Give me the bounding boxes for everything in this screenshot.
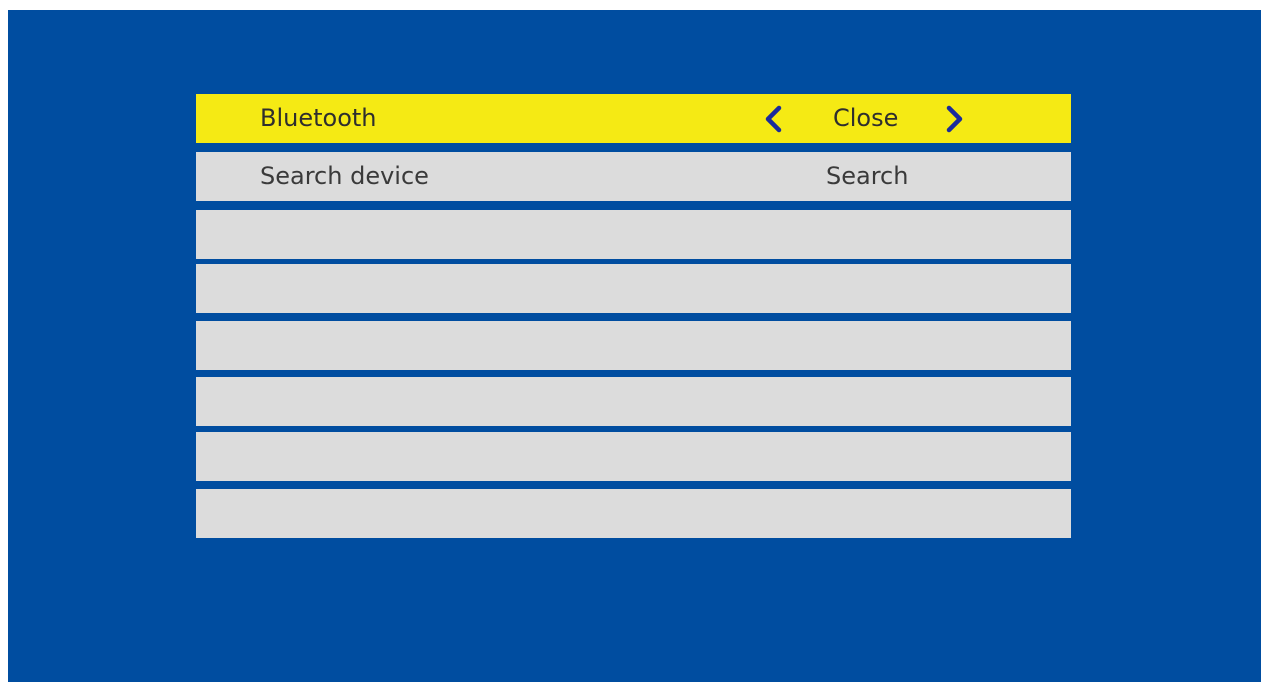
chevron-right-icon[interactable] (942, 105, 966, 133)
chevron-left-icon[interactable] (762, 105, 786, 133)
menu-row-empty[interactable] (196, 377, 1071, 426)
menu-row-empty[interactable] (196, 489, 1071, 538)
menu-row-empty[interactable] (196, 432, 1071, 481)
menu-row-empty[interactable] (196, 210, 1071, 259)
menu-row-bluetooth[interactable]: Bluetooth Close (196, 94, 1071, 143)
bluetooth-value[interactable]: Close (833, 94, 898, 143)
menu-row-empty[interactable] (196, 321, 1071, 370)
search-device-label: Search device (260, 162, 429, 190)
menu-row-search-device[interactable]: Search device Search (196, 152, 1071, 201)
settings-screen: Bluetooth Close Search device Search (8, 10, 1261, 682)
search-button[interactable]: Search (826, 152, 908, 201)
bluetooth-label: Bluetooth (260, 104, 377, 132)
menu-row-empty[interactable] (196, 264, 1071, 313)
